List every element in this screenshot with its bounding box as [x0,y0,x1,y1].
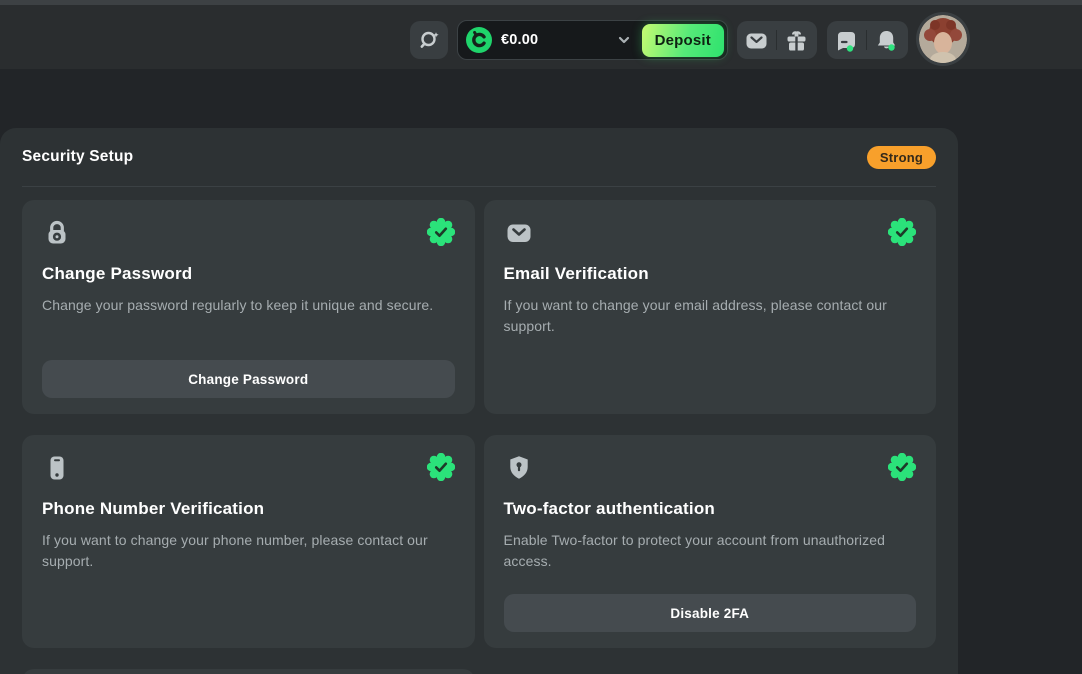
email-verification-card: Email Verification If you want to change… [484,200,937,414]
shield-lock-icon [504,453,534,483]
deposit-button[interactable]: Deposit [642,24,724,57]
change-password-card: Change Password Change your password reg… [22,200,475,414]
card-title: Phone Number Verification [42,499,455,519]
bell-icon [874,28,899,53]
disable-2fa-button[interactable]: Disable 2FA [504,594,917,632]
notifications-button[interactable] [867,21,906,59]
card-description: If you want to change your phone number,… [42,530,455,572]
card-title: Change Password [42,264,455,284]
verified-badge-icon [888,218,916,246]
mail-button[interactable] [737,21,776,59]
wallet-balance-selector[interactable]: €0.00 Deposit [457,20,728,60]
two-factor-card: Two-factor authentication Enable Two-fac… [484,435,937,648]
change-password-button[interactable]: Change Password [42,360,455,398]
security-cards-grid: Change Password Change your password reg… [22,200,936,674]
verified-badge-icon [427,453,455,481]
search-button[interactable] [410,21,448,59]
card-description: If you want to change your email address… [504,295,917,337]
gift-icon [784,28,809,53]
mail-gift-group [737,21,817,59]
chat-icon [834,28,859,53]
panel-header: Security Setup Strong [22,128,936,187]
balance-amount: €0.00 [501,32,538,48]
verified-badge-icon [427,218,455,246]
password-strength-badge: Strong [867,146,936,169]
verified-badge-icon [888,453,916,481]
gift-button[interactable] [777,21,816,59]
card-description: Enable Two-factor to protect your accoun… [504,530,917,572]
card-description: Change your password regularly to keep i… [42,295,455,316]
mail-icon [744,28,769,53]
currency-coin-icon [466,27,492,53]
card-title: Two-factor authentication [504,499,917,519]
phone-icon [42,453,72,483]
user-avatar[interactable] [919,15,967,63]
chevron-down-icon[interactable] [616,32,632,48]
support-chat-button[interactable] [827,21,866,59]
card-title: Email Verification [504,264,917,284]
chat-bell-group [827,21,908,59]
top-navigation-bar: €0.00 Deposit [0,5,1082,69]
envelope-icon [504,218,534,248]
lock-icon [42,218,72,248]
phone-verification-card: Phone Number Verification If you want to… [22,435,475,648]
next-card-partial [22,669,475,674]
page-title: Security Setup [22,148,133,166]
security-setup-panel: Security Setup Strong [0,128,958,674]
search-icon [417,28,441,52]
